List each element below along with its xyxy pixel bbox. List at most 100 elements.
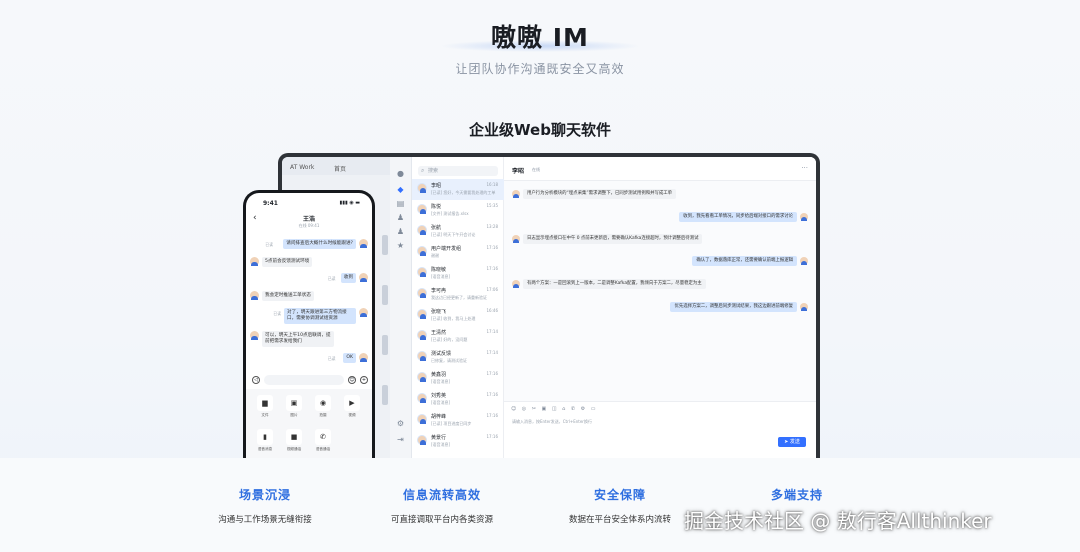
conversation-list: ⌕ 搜索 李昭 16:18 [已读] 您好，今天需要我处理的工单 陈悦 15:35 [文件… <box>412 157 504 459</box>
send-label: 发送 <box>789 439 800 445</box>
chat-contact-name: 李昭 <box>512 168 525 175</box>
avatar <box>417 204 427 214</box>
conversation-item[interactable]: 用户端开发组 17:16 谢谢 <box>412 242 504 263</box>
user-icon[interactable]: ♟ <box>396 213 405 222</box>
phone-chat-title: 王浩 <box>302 216 315 223</box>
tray-action[interactable]: ◉ 拍摄 <box>313 395 333 418</box>
chat-icon[interactable]: ◆ <box>396 185 405 194</box>
conversation-name: 李可冉 <box>431 288 447 294</box>
tray-action-label: 文件 <box>261 413 269 417</box>
tray-action-label: 拍摄 <box>319 413 327 417</box>
more-icon[interactable]: ··· <box>801 164 808 172</box>
search-input[interactable]: ⌕ 搜索 <box>418 166 498 176</box>
conversation-item[interactable]: 黄景行 17:16 [语音消息] <box>412 431 504 452</box>
message-input[interactable]: 请输入消息，按Enter发送，Ctrl+Enter换行 <box>512 419 592 425</box>
settings-icon[interactable]: ⚙ <box>396 419 405 428</box>
avatar <box>417 225 427 235</box>
conversation-time: 17:16 <box>486 266 498 271</box>
hero-subtitle: 让团队协作沟通既安全又高效 <box>455 62 625 76</box>
conversation-item[interactable]: 王清然 17:14 [已读] 好的，没问题 <box>412 326 504 347</box>
conversation-snippet: [已读] 明天下午开会讨论 <box>431 232 476 237</box>
feature-title: 场景沉浸 <box>238 488 291 502</box>
conversation-snippet: [语音消息] <box>431 379 451 384</box>
chat-message: 优先选择方案二，调整后同步测试结果，我这边跟进前端修复 <box>670 302 797 312</box>
conversation-item[interactable]: 黄鑫羽 17:16 [语音消息] <box>412 368 504 389</box>
voice-toggle-icon[interactable]: ◁ <box>252 376 260 384</box>
star-icon[interactable]: ★ <box>396 241 405 250</box>
tray-action[interactable]: ✆ 语音通话 <box>313 429 333 452</box>
conversation-time: 17:16 <box>486 245 498 250</box>
conversation-item[interactable]: 李昭 16:18 [已读] 您好，今天需要我处理的工单 <box>412 179 504 200</box>
tray-action[interactable]: ■ 视频通话 <box>284 429 304 452</box>
tab-at-work[interactable]: AT Work <box>290 164 314 171</box>
plus-icon[interactable]: + <box>360 376 368 384</box>
phone-chat-subtitle: 在线 09:41 <box>298 223 320 228</box>
chat-header: 李昭 在线 ··· <box>504 157 816 181</box>
avatar <box>359 239 368 248</box>
logout-icon[interactable]: ⇥ <box>396 435 405 444</box>
avatar <box>250 291 259 300</box>
chat-message: 收到，我先看看工单情况，同步给后端对接口的需求讨论 <box>679 212 797 222</box>
conversation-snippet: [文件] 测试报告.xlsx <box>431 211 469 216</box>
conversation-time: 16:46 <box>486 308 498 313</box>
conversation-name: 陈晓敏 <box>431 267 447 273</box>
tray-action-icon: ▣ <box>286 395 302 411</box>
pane-stub <box>382 235 388 255</box>
conversation-item[interactable]: 刘秀英 17:16 [语音消息] <box>412 389 504 410</box>
conversation-name: 黄景行 <box>431 435 447 441</box>
conversation-item[interactable]: 张航 13:28 [已读] 明天下午开会讨论 <box>412 221 504 242</box>
conversation-snippet: [语音消息] <box>431 442 451 447</box>
conversation-time: 17:16 <box>486 434 498 439</box>
tray-action[interactable]: ▆ 文件 <box>255 395 275 418</box>
conversation-name: 张航 <box>431 225 442 231</box>
conversation-time: 15:35 <box>486 203 498 208</box>
conversation-item[interactable]: 陈晓敏 17:16 [语音消息] <box>412 263 504 284</box>
conversation-snippet: [语音消息] <box>431 274 451 279</box>
feature-desc: 沟通与工作场景无缝衔接 <box>218 515 312 525</box>
tray-action-icon: ▮ <box>257 429 273 445</box>
tray-action[interactable]: ▶ 视频 <box>342 395 362 418</box>
read-receipt: 已读 <box>273 311 281 316</box>
conversation-name: 测试反馈 <box>431 351 452 357</box>
conversation-name: 胡梓峰 <box>431 414 447 420</box>
tray-action[interactable]: ▮ 语音消息 <box>255 429 275 452</box>
watermark: 掘金技术社区 @ 敖行客Allthinker <box>684 509 992 533</box>
contacts-icon[interactable]: ▤ <box>396 199 405 208</box>
conversation-snippet: [已读] 您好，今天需要我处理的工单 <box>431 190 496 195</box>
conversation-time: 17:16 <box>486 392 498 397</box>
phone-mockup: 9:41 ▮▮▮ ◉ ▬ ‹ 王浩 在线 09:41 已读 请问排查后大概什么时候… <box>243 190 375 460</box>
composer-tool-icons[interactable]: ☺ ◎ ✂ ▣ ◫ ⌂ ✆ ⚙ ▭ <box>511 406 598 412</box>
conversation-item[interactable]: 陈悦 15:35 [文件] 测试报告.xlsx <box>412 200 504 221</box>
avatar <box>800 257 808 265</box>
tab-home[interactable]: 首页 <box>334 164 346 173</box>
emoji-icon[interactable]: ☺ <box>348 376 356 384</box>
avatar <box>800 213 808 221</box>
hero-title: 嗷嗷 IM <box>491 23 589 52</box>
conversation-item[interactable]: 李可冉 17:06 我这边已经更新了，请重新验证 <box>412 284 504 305</box>
avatar-icon[interactable]: ● <box>396 169 405 178</box>
chat-message: 可以，明天上午10点后联调，提前把需求发给我们 <box>262 331 334 347</box>
search-placeholder: 搜索 <box>428 168 439 174</box>
pane-stub <box>382 335 388 355</box>
tray-action-icon: ▆ <box>257 395 273 411</box>
avatar <box>800 303 808 311</box>
avatar <box>417 393 427 403</box>
tray-action-label: 图片 <box>290 413 298 417</box>
conversation-item[interactable]: 张晓飞 16:46 [已读] 收到，我马上处理 <box>412 305 504 326</box>
conversation-item[interactable]: 测试反馈 17:14 已修复，请测试验证 <box>412 347 504 368</box>
conversation-snippet: [语音消息] <box>431 400 451 405</box>
tray-action[interactable]: ▣ 图片 <box>284 395 304 418</box>
avatar <box>512 235 520 243</box>
conversation-name: 用户端开发组 <box>431 246 462 252</box>
send-button[interactable]: ➤ 发送 <box>778 437 806 447</box>
tray-action-icon: ✆ <box>315 429 331 445</box>
feature-desc: 数据在平台安全体系内流转 <box>568 515 671 525</box>
conversation-item[interactable]: 胡梓峰 17:16 [已读] 项目进度已同步 <box>412 410 504 431</box>
chat-message: 对了，明天跟进第三方物流接口，需要协调测试组资源 <box>284 308 356 324</box>
conversation-time: 17:06 <box>486 287 498 292</box>
tray-action-label: 视频通话 <box>286 447 302 451</box>
conversation-time: 13:28 <box>486 224 498 229</box>
group-icon[interactable]: ♟ <box>396 227 405 236</box>
phone-message-input[interactable] <box>264 375 344 385</box>
conversation-name: 张晓飞 <box>431 309 447 315</box>
